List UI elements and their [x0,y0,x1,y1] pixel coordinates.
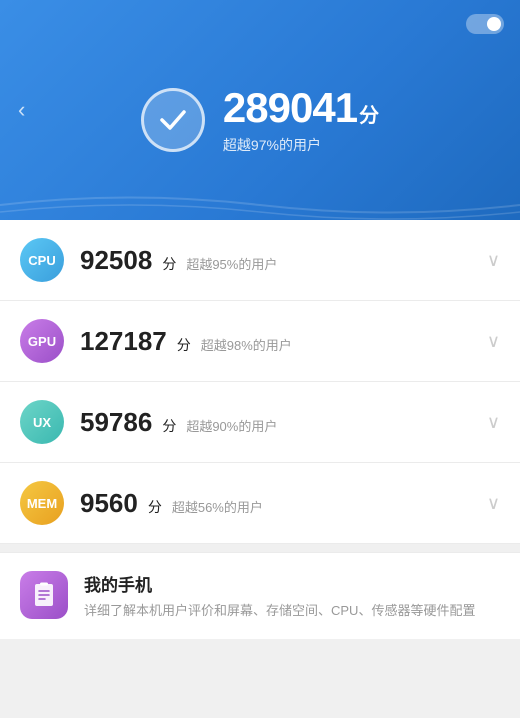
clipboard-icon [31,582,57,608]
cpu-score-item[interactable]: CPU 92508 分 超越95%的用户 ∨ [0,220,520,301]
my-phone-description: 详细了解本机用户评价和屏幕、存储空间、CPU、传感器等硬件配置 [84,601,500,621]
score-row: 289041 分 超越97%的用户 [141,85,379,155]
main-score: 289041 [223,85,357,131]
mem-percentile: 超越56%的用户 [172,497,263,516]
ux-percentile: 超越90%的用户 [186,416,277,435]
ux-chevron-icon: ∨ [487,412,500,433]
ux-score-unit: 分 [162,416,176,436]
back-button[interactable]: ‹ [18,97,25,123]
ux-score: 59786 [80,407,152,438]
cpu-percentile: 超越95%的用户 [186,254,277,273]
checkmark-svg [156,103,190,137]
my-phone-section[interactable]: 我的手机 详细了解本机用户评价和屏幕、存储空间、CPU、传感器等硬件配置 [0,552,520,639]
ux-score-block: 59786 分 超越90%的用户 [80,407,477,438]
score-unit: 分 [359,99,379,128]
header-decoration [0,190,520,220]
score-text-block: 289041 分 超越97%的用户 [223,85,379,155]
gpu-badge: GPU [20,319,64,363]
check-circle-icon [141,88,205,152]
cpu-score-unit: 分 [162,254,176,274]
toggle-switch[interactable] [466,14,504,34]
my-phone-text-block: 我的手机 详细了解本机用户评价和屏幕、存储空间、CPU、传感器等硬件配置 [84,571,500,621]
gpu-score-item[interactable]: GPU 127187 分 超越98%的用户 ∨ [0,301,520,382]
gpu-chevron-icon: ∨ [487,331,500,352]
gpu-score-block: 127187 分 超越98%的用户 [80,326,477,357]
mem-chevron-icon: ∨ [487,493,500,514]
gpu-score: 127187 [80,326,167,357]
my-phone-title: 我的手机 [84,571,500,596]
my-phone-icon [20,571,68,619]
mem-score-unit: 分 [148,497,162,517]
cpu-badge: CPU [20,238,64,282]
cpu-score: 92508 [80,245,152,276]
toggle-knob [487,17,501,31]
header-section: ‹ 289041 分 超越97%的用户 [0,0,520,220]
ux-badge: UX [20,400,64,444]
gpu-percentile: 超越98%的用户 [201,335,292,354]
gpu-score-unit: 分 [177,335,191,355]
ux-score-item[interactable]: UX 59786 分 超越90%的用户 ∨ [0,382,520,463]
score-items-list: CPU 92508 分 超越95%的用户 ∨ GPU 127187 分 超越98… [0,220,520,544]
mem-score-item[interactable]: MEM 9560 分 超越56%的用户 ∨ [0,463,520,544]
score-subtitle: 超越97%的用户 [223,135,379,155]
mem-score-block: 9560 分 超越56%的用户 [80,488,477,519]
cpu-score-block: 92508 分 超越95%的用户 [80,245,477,276]
mem-badge: MEM [20,481,64,525]
cpu-chevron-icon: ∨ [487,250,500,271]
mem-score: 9560 [80,488,138,519]
